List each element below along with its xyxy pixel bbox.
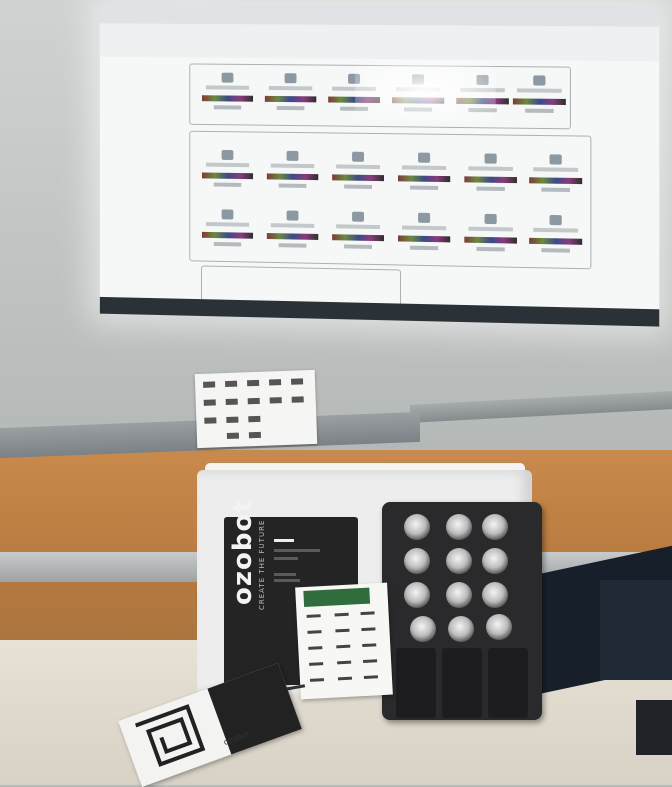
ozobot-robot bbox=[486, 614, 512, 640]
paper-code-tile bbox=[204, 417, 217, 424]
card-code-cell bbox=[309, 678, 325, 682]
ozobot-robot bbox=[404, 514, 430, 540]
panel-text-line bbox=[274, 579, 300, 582]
card-code-cell bbox=[363, 659, 378, 664]
paper-code-tile bbox=[225, 380, 238, 388]
ozobot-robot bbox=[448, 616, 474, 642]
paper-code-tile bbox=[225, 398, 238, 406]
projected-code-card bbox=[196, 205, 259, 256]
paper-code-tile bbox=[291, 396, 304, 403]
card-code-cell bbox=[337, 660, 352, 665]
projected-code-card bbox=[507, 71, 572, 122]
card-code-cell bbox=[363, 675, 378, 680]
paper-code-tile bbox=[268, 379, 282, 386]
projected-code-card bbox=[326, 207, 390, 258]
card-code-cell bbox=[335, 628, 350, 633]
taped-paper-card bbox=[194, 369, 318, 449]
ozobot-robot bbox=[482, 582, 508, 608]
ozobot-robot bbox=[446, 514, 472, 540]
projected-toolbar bbox=[99, 23, 660, 62]
ozobot-robot bbox=[482, 548, 508, 574]
color-code-reference-card bbox=[295, 582, 393, 700]
panel-text-line bbox=[274, 573, 296, 576]
card-header bbox=[303, 587, 371, 608]
ozobot-tagline: CREATE THE FUTURE bbox=[258, 519, 266, 610]
card-code-cell bbox=[337, 676, 353, 681]
tray-slot bbox=[442, 648, 482, 718]
projection-screen bbox=[99, 3, 660, 327]
ozobot-robot bbox=[446, 548, 472, 574]
panel-text-line bbox=[274, 539, 294, 542]
paper-code-tile bbox=[246, 379, 260, 387]
projected-code-card bbox=[523, 210, 588, 262]
panel-text-line bbox=[274, 549, 320, 552]
paper-code-tile bbox=[248, 431, 262, 439]
projected-code-card bbox=[261, 147, 324, 198]
ozobot-robot bbox=[410, 616, 436, 642]
card-code-cell bbox=[361, 627, 376, 632]
projected-panel-middle bbox=[189, 130, 592, 270]
ozobot-robot bbox=[404, 582, 430, 608]
paper-code-tile bbox=[203, 399, 216, 406]
projected-code-card bbox=[392, 148, 456, 199]
projected-code-card bbox=[196, 146, 259, 196]
tray-slot bbox=[488, 648, 528, 718]
ozobot-logo: ozobot bbox=[228, 499, 258, 605]
card-code-cell bbox=[307, 630, 322, 634]
projected-code-card bbox=[458, 209, 523, 261]
paper-code-tile bbox=[226, 416, 239, 424]
paper-code-tile bbox=[247, 397, 260, 405]
card-code-cell bbox=[308, 646, 323, 650]
ozobot-robot-tray bbox=[382, 502, 542, 720]
card-code-cell bbox=[309, 662, 324, 666]
card-code-cell bbox=[306, 614, 321, 618]
projected-code-card bbox=[261, 206, 324, 257]
paper-code-tile bbox=[226, 432, 240, 440]
second-laptop bbox=[636, 700, 672, 755]
paper-code-tile bbox=[203, 381, 216, 388]
projected-code-card bbox=[392, 208, 456, 259]
projected-code-card bbox=[523, 150, 588, 201]
projected-code-card bbox=[458, 149, 523, 200]
card-code-cell bbox=[336, 644, 351, 649]
ozobot-robot bbox=[446, 582, 472, 608]
projected-code-card bbox=[326, 147, 390, 198]
ozobot-robot bbox=[404, 548, 430, 574]
ozobot-robot bbox=[482, 514, 508, 540]
projected-code-card bbox=[196, 68, 259, 118]
paper-code-tile bbox=[269, 397, 282, 404]
card-code-cell bbox=[362, 643, 377, 648]
card-code-cell bbox=[334, 612, 349, 617]
projected-code-card bbox=[259, 69, 322, 119]
panel-text-line bbox=[274, 557, 298, 560]
tray-slot bbox=[396, 648, 436, 718]
projector-glare bbox=[355, 59, 496, 122]
laptop-screen bbox=[600, 580, 672, 680]
card-code-cell bbox=[360, 611, 375, 616]
paper-code-tile bbox=[248, 415, 261, 423]
paper-code-tile bbox=[290, 378, 304, 385]
